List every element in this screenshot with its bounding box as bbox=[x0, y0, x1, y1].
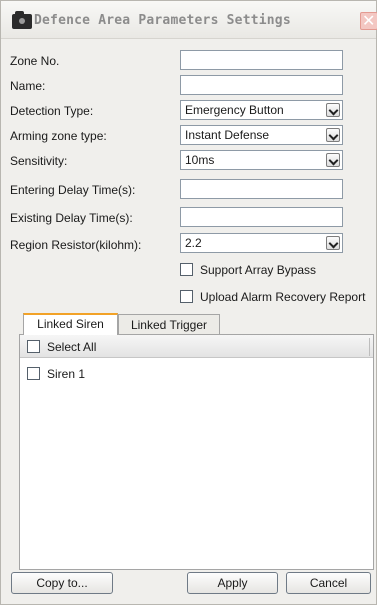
sensitivity-value: 10ms bbox=[185, 153, 215, 167]
title-bar[interactable]: Defence Area Parameters Settings ✕ bbox=[1, 1, 377, 39]
camera-icon bbox=[12, 11, 32, 29]
chevron-down-icon[interactable] bbox=[326, 103, 340, 117]
name-input[interactable] bbox=[180, 75, 343, 95]
siren-list-panel: Select All Siren 1 bbox=[19, 334, 374, 570]
list-header: Select All bbox=[20, 335, 373, 358]
chevron-down-icon[interactable] bbox=[326, 153, 340, 167]
close-icon: ✕ bbox=[362, 11, 376, 30]
region-resistor-value: 2.2 bbox=[185, 236, 202, 250]
sensitivity-label: Sensitivity: bbox=[10, 154, 68, 168]
parameters-dialog: Defence Area Parameters Settings ✕ Zone … bbox=[0, 0, 377, 605]
apply-button[interactable]: Apply bbox=[187, 572, 278, 594]
cancel-button[interactable]: Cancel bbox=[286, 572, 371, 594]
sensitivity-select[interactable]: 10ms bbox=[180, 150, 343, 170]
tab-linked-siren[interactable]: Linked Siren bbox=[23, 313, 118, 335]
column-divider bbox=[369, 338, 370, 356]
select-all-label[interactable]: Select All bbox=[47, 340, 96, 354]
tab-linked-trigger[interactable]: Linked Trigger bbox=[118, 314, 220, 335]
select-all-checkbox[interactable] bbox=[27, 340, 40, 353]
region-resistor-label: Region Resistor(kilohm): bbox=[10, 238, 142, 252]
region-resistor-select[interactable]: 2.2 bbox=[180, 233, 343, 253]
existing-delay-input[interactable] bbox=[180, 207, 343, 227]
upload-alarm-recovery-checkbox[interactable] bbox=[180, 290, 193, 303]
copy-to-button[interactable]: Copy to... bbox=[11, 572, 113, 594]
entering-delay-input[interactable] bbox=[180, 179, 343, 199]
upload-alarm-recovery-label[interactable]: Upload Alarm Recovery Report bbox=[200, 290, 365, 304]
entering-delay-label: Entering Delay Time(s): bbox=[10, 183, 136, 197]
window-title: Defence Area Parameters Settings bbox=[34, 13, 291, 28]
arming-zone-type-select[interactable]: Instant Defense bbox=[180, 125, 343, 145]
zone-no-input[interactable] bbox=[180, 50, 343, 70]
arming-zone-type-value: Instant Defense bbox=[185, 128, 270, 142]
siren-1-checkbox[interactable] bbox=[27, 367, 40, 380]
chevron-down-icon[interactable] bbox=[326, 128, 340, 142]
zone-no-label: Zone No. bbox=[10, 54, 60, 68]
detection-type-value: Emergency Button bbox=[185, 103, 284, 117]
arming-zone-type-label: Arming zone type: bbox=[10, 129, 107, 143]
chevron-down-icon[interactable] bbox=[326, 236, 340, 250]
existing-delay-label: Existing Delay Time(s): bbox=[10, 211, 133, 225]
support-array-bypass-checkbox[interactable] bbox=[180, 263, 193, 276]
detection-type-label: Detection Type: bbox=[10, 104, 94, 118]
support-array-bypass-label[interactable]: Support Array Bypass bbox=[200, 263, 316, 277]
siren-1-label[interactable]: Siren 1 bbox=[47, 367, 85, 381]
close-button[interactable]: ✕ bbox=[360, 11, 377, 30]
detection-type-select[interactable]: Emergency Button bbox=[180, 100, 343, 120]
name-label: Name: bbox=[10, 79, 46, 93]
list-item[interactable]: Siren 1 bbox=[20, 364, 373, 384]
